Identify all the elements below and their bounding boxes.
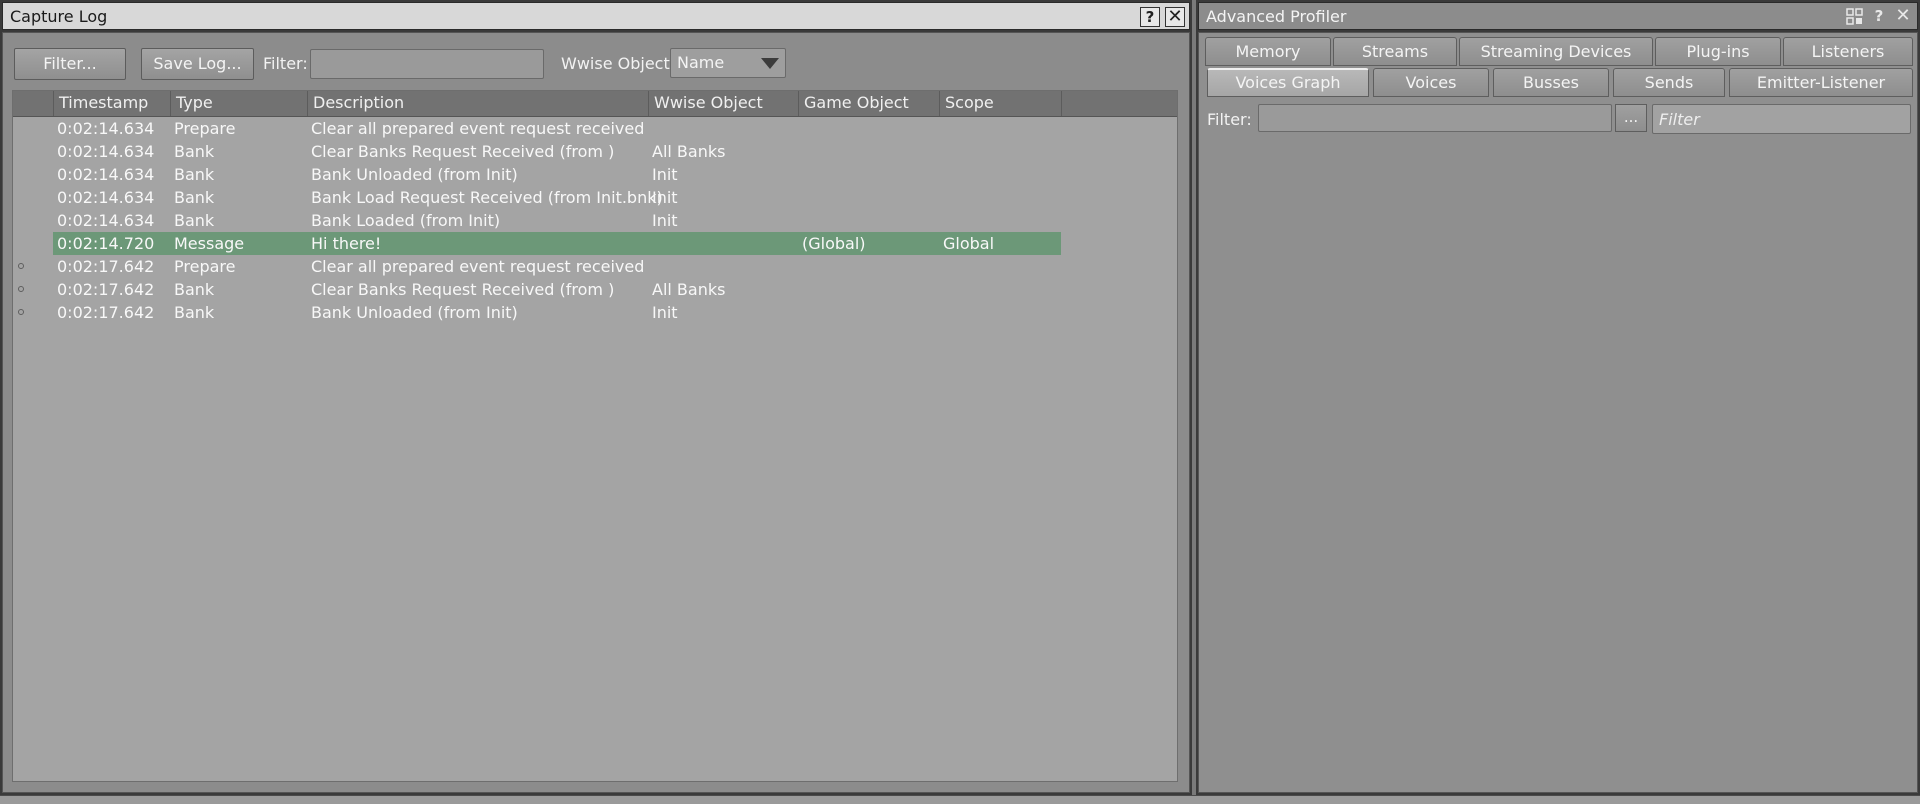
browse-button[interactable]: ... [1615, 104, 1647, 132]
timestamp-cell: 0:02:17.642 [57, 257, 155, 276]
column-header-filler [1061, 91, 1177, 116]
profiler-filter-input[interactable] [1258, 104, 1612, 132]
advanced-profiler-titlebar: Advanced Profiler ? ✕ [1198, 2, 1918, 30]
type-cell: Bank [174, 165, 215, 184]
column-header-description[interactable]: Description [307, 91, 648, 116]
table-row[interactable]: 0:02:17.642 Bank Bank Unloaded (from Init)… [13, 301, 1177, 324]
capture-log-panel: Capture Log ? ✕ Filter... Save Log... Fi… [0, 0, 1192, 795]
tab-voices-graph[interactable]: Voices Graph [1207, 68, 1369, 97]
tab-emitter-listener[interactable]: Emitter-Listener [1729, 68, 1913, 97]
timestamp-cell: 0:02:14.634 [57, 119, 155, 138]
close-icon[interactable]: ✕ [1165, 7, 1185, 27]
timestamp-cell: 0:02:14.634 [57, 211, 155, 230]
help-icon[interactable]: ? [1140, 7, 1160, 27]
wwise-object-cell: All Banks [652, 280, 726, 299]
timestamp-cell: 0:02:17.642 [57, 280, 155, 299]
table-row[interactable]: 0:02:14.634 Bank Bank Load Request Receive… [13, 186, 1177, 209]
wwise-object-cell: Init [652, 303, 678, 322]
tab-streaming-devices[interactable]: Streaming Devices [1459, 37, 1653, 66]
row-marker-icon [18, 286, 24, 292]
tab-listeners[interactable]: Listeners [1783, 37, 1913, 66]
description-cell: Hi there! [311, 234, 382, 253]
list-header: Timestamp Type Description Wwise Object … [13, 91, 1177, 117]
tab-sends[interactable]: Sends [1613, 68, 1725, 97]
timestamp-cell: 0:02:14.634 [57, 165, 155, 184]
capture-log-title: Capture Log [10, 7, 108, 26]
type-cell: Bank [174, 280, 215, 299]
type-cell: Bank [174, 142, 215, 161]
description-cell: Clear all prepared event request receive… [311, 257, 645, 276]
wwise-object-cell: All Banks [652, 142, 726, 161]
type-cell: Bank [174, 211, 215, 230]
description-cell: Clear all prepared event request receive… [311, 119, 645, 138]
column-header-marker[interactable] [13, 91, 53, 116]
table-row[interactable]: 0:02:14.634 Prepare Clear all prepared eve… [13, 117, 1177, 140]
row-marker-icon [18, 309, 24, 315]
layout-grid-icon[interactable] [1845, 7, 1865, 27]
column-header-timestamp[interactable]: Timestamp [53, 91, 170, 116]
timestamp-cell: 0:02:14.634 [57, 188, 155, 207]
description-cell: Bank Load Request Received (from Init.bn… [311, 188, 663, 207]
save-log-button[interactable]: Save Log... [141, 48, 254, 80]
wwise-object-selected: Name [677, 53, 725, 72]
table-row[interactable]: 0:02:17.642 Prepare Clear all prepared eve… [13, 255, 1177, 278]
row-marker-icon [18, 263, 24, 269]
wwise-object-select[interactable]: Name [670, 48, 786, 78]
filter-label: Filter: [263, 54, 308, 73]
game-object-cell: (Global) [802, 234, 866, 253]
description-cell: Bank Unloaded (from Init) [311, 303, 518, 322]
chevron-down-icon [761, 58, 779, 69]
type-cell: Prepare [174, 119, 236, 138]
advanced-profiler-panel: Advanced Profiler ? ✕ Memory Streams Str… [1196, 0, 1920, 795]
type-cell: Message [174, 234, 245, 253]
filter-button[interactable]: Filter... [14, 48, 126, 80]
timestamp-cell: 0:02:14.634 [57, 142, 155, 161]
column-header-scope[interactable]: Scope [939, 91, 1061, 116]
timestamp-cell: 0:02:14.720 [57, 234, 155, 253]
tab-plug-ins[interactable]: Plug-ins [1655, 37, 1781, 66]
timestamp-cell: 0:02:17.642 [57, 303, 155, 322]
tab-busses[interactable]: Busses [1493, 68, 1609, 97]
close-icon[interactable]: ✕ [1893, 7, 1913, 27]
capture-log-list[interactable]: Timestamp Type Description Wwise Object … [12, 90, 1178, 782]
table-row[interactable]: 0:02:14.634 Bank Bank Loaded (from Init) In… [13, 209, 1177, 232]
table-row[interactable]: 0:02:14.634 Bank Bank Unloaded (from Init)… [13, 163, 1177, 186]
wwise-object-cell: Init [652, 211, 678, 230]
description-cell: Clear Banks Request Received (from ) [311, 280, 615, 299]
advanced-profiler-body: Memory Streams Streaming Devices Plug-in… [1198, 32, 1918, 793]
voices-filter-input[interactable] [1652, 104, 1911, 134]
description-cell: Bank Unloaded (from Init) [311, 165, 518, 184]
advanced-profiler-title: Advanced Profiler [1206, 7, 1347, 26]
scope-cell: Global [943, 234, 995, 253]
column-header-wwise-object[interactable]: Wwise Object [648, 91, 798, 116]
description-cell: Clear Banks Request Received (from ) [311, 142, 615, 161]
tab-voices[interactable]: Voices [1373, 68, 1489, 97]
tab-memory[interactable]: Memory [1205, 37, 1331, 66]
type-cell: Prepare [174, 257, 236, 276]
column-header-game-object[interactable]: Game Object [798, 91, 939, 116]
table-row[interactable]: 0:02:14.634 Bank Clear Banks Request Recei… [13, 140, 1177, 163]
help-icon[interactable]: ? [1869, 7, 1889, 27]
wwise-object-cell: Init [652, 188, 678, 207]
filter-input[interactable] [310, 49, 544, 79]
table-row[interactable]: 0:02:14.720 Message Hi there! (Global) Globa… [13, 232, 1177, 255]
tab-streams[interactable]: Streams [1333, 37, 1457, 66]
description-cell: Bank Loaded (from Init) [311, 211, 501, 230]
table-row[interactable]: 0:02:17.642 Bank Clear Banks Request Recei… [13, 278, 1177, 301]
type-cell: Bank [174, 303, 215, 322]
profiler-filter-label: Filter: [1207, 110, 1252, 129]
wwise-object-label: Wwise Object: [561, 54, 676, 73]
column-header-type[interactable]: Type [170, 91, 307, 116]
wwise-object-cell: Init [652, 165, 678, 184]
type-cell: Bank [174, 188, 215, 207]
capture-log-titlebar: Capture Log ? ✕ [2, 2, 1190, 30]
